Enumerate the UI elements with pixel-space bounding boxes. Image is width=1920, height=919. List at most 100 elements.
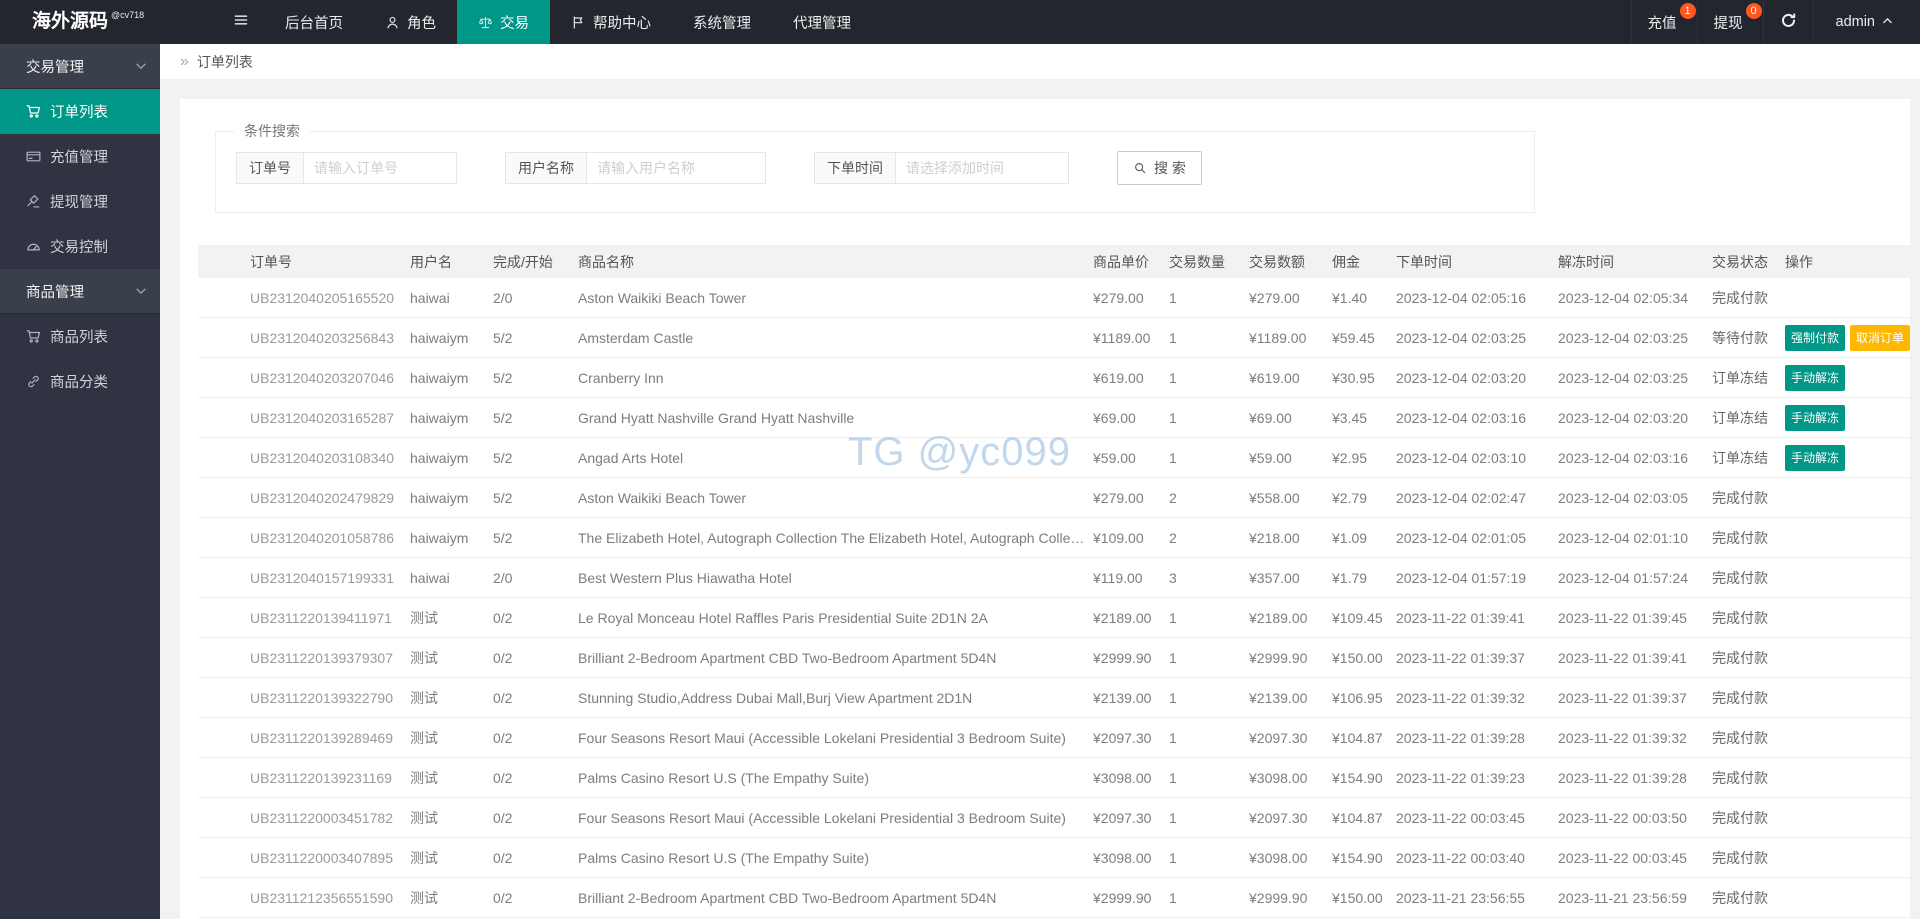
cell-order_time: 2023-11-22 01:39:41 xyxy=(1396,609,1525,626)
cell-ratio: 0/2 xyxy=(493,889,513,906)
refresh-button[interactable] xyxy=(1762,0,1813,44)
manual-unfreeze-button[interactable]: 手动解冻 xyxy=(1785,444,1846,471)
manual-unfreeze-button[interactable]: 手动解冻 xyxy=(1785,364,1846,391)
breadcrumb-arrow-icon: » xyxy=(180,52,189,70)
recharge-button[interactable]: 充值 1 xyxy=(1630,0,1697,44)
cell-product: Palms Casino Resort U.S (The Empathy Sui… xyxy=(578,849,869,866)
order-time-input[interactable] xyxy=(896,152,1069,184)
cell-status: 完成付款 xyxy=(1712,609,1768,626)
cancel-order-button[interactable]: 取消订单 xyxy=(1850,324,1910,351)
table-header: 订单号 用户名 完成/开始 商品名称 商品单价 交易数量 交易数额 佣金 下单时间 解冻时间 交易状… xyxy=(198,245,1910,278)
cell-qty: 1 xyxy=(1169,689,1177,706)
cell-amount: ¥2097.30 xyxy=(1249,809,1308,826)
cell-product: Angad Arts Hotel xyxy=(578,449,684,466)
table-row: UB2312040203108340 haiwaiym 5/2 Angad Arts … xyxy=(198,438,1910,478)
cell-ratio: 2/0 xyxy=(493,569,513,586)
column-header-ratio: 完成/开始 xyxy=(493,253,553,270)
sidebar-item-label: 充值管理 xyxy=(50,150,108,166)
sidebar-group-product-management[interactable]: 商品管理 xyxy=(0,269,160,314)
withdraw-button[interactable]: 提现 0 xyxy=(1696,0,1763,44)
cell-amount: ¥3098.00 xyxy=(1249,849,1308,866)
cell-ratio: 5/2 xyxy=(493,369,513,386)
cell-user: haiwaiym xyxy=(410,369,469,386)
cell-product: Amsterdam Castle xyxy=(578,329,694,346)
menu-toggle-button[interactable] xyxy=(218,0,264,44)
order-no-input[interactable] xyxy=(304,152,457,184)
table-row: UB2312040201058786 haiwaiym 5/2 The Elizabe… xyxy=(198,518,1910,558)
column-header-amount: 交易数额 xyxy=(1249,253,1305,270)
order-time-label: 下单时间 xyxy=(814,152,896,184)
navbar-right: 充值 1 提现 0 admin xyxy=(1630,0,1920,44)
cell-price: ¥69.00 xyxy=(1093,409,1136,426)
nav-item-backend-home[interactable]: 后台首页 xyxy=(264,0,364,44)
cell-price: ¥279.00 xyxy=(1093,489,1144,506)
cell-ratio: 5/2 xyxy=(493,329,513,346)
link-icon xyxy=(26,374,41,389)
sidebar-item-label: 商品分类 xyxy=(50,375,108,391)
cell-order_time: 2023-12-04 02:03:25 xyxy=(1396,329,1526,346)
cell-user: 测试 xyxy=(410,889,438,906)
cell-commission: ¥104.87 xyxy=(1332,729,1383,746)
table-row: UB2311220003451782 测试 0/2 Four Seasons Reso… xyxy=(198,798,1910,838)
flag-icon xyxy=(571,15,586,30)
sidebar-item-trade-control[interactable]: 交易控制 xyxy=(0,224,160,269)
cell-status: 订单冻结 xyxy=(1712,409,1768,426)
sidebar-item-withdraw-management[interactable]: 提现管理 xyxy=(0,179,160,224)
cell-price: ¥2097.30 xyxy=(1093,809,1152,826)
cell-product: Le Royal Monceau Hotel Raffles Paris Pre… xyxy=(578,609,988,626)
cell-qty: 1 xyxy=(1169,849,1177,866)
cell-order_no: UB2312040203207046 xyxy=(250,369,395,386)
sidebar-item-recharge-management[interactable]: 充值管理 xyxy=(0,134,160,179)
cell-commission: ¥1.40 xyxy=(1332,289,1368,306)
card-icon xyxy=(26,149,41,164)
manual-unfreeze-button[interactable]: 手动解冻 xyxy=(1785,404,1846,431)
cell-commission: ¥104.87 xyxy=(1332,809,1383,826)
user-menu[interactable]: admin xyxy=(1812,0,1920,44)
cell-price: ¥2189.00 xyxy=(1093,609,1152,626)
nav-item-system-management[interactable]: 系统管理 xyxy=(672,0,772,44)
top-navbar: 海外源码 @cv718 后台首页 角色 交易 帮助中心 系统管理 代理管理 充值 1 提现 … xyxy=(0,0,1920,44)
sidebar-group-trade-management[interactable]: 交易管理 xyxy=(0,44,160,89)
cell-user: 测试 xyxy=(410,609,438,626)
sidebar-item-product-category[interactable]: 商品分类 xyxy=(0,359,160,404)
username-input[interactable] xyxy=(587,152,766,184)
table-row: UB2312040203165287 haiwaiym 5/2 Grand Hyatt… xyxy=(198,398,1910,438)
cell-unfreeze_time: 2023-11-22 01:39:37 xyxy=(1558,689,1687,706)
nav-item-trade[interactable]: 交易 xyxy=(457,0,550,44)
sidebar-item-order-list[interactable]: 订单列表 xyxy=(0,89,160,134)
cell-ratio: 0/2 xyxy=(493,809,513,826)
cell-qty: 3 xyxy=(1169,569,1177,586)
order-time-field-group: 下单时间 xyxy=(814,152,1069,184)
cell-user: 测试 xyxy=(410,849,438,866)
nav-item-help-center[interactable]: 帮助中心 xyxy=(550,0,672,44)
cell-ratio: 0/2 xyxy=(493,609,513,626)
cell-order_time: 2023-11-22 01:39:37 xyxy=(1396,649,1525,666)
table-row: UB2312040157199331 haiwai 2/0 Best Western … xyxy=(198,558,1910,598)
brand-title: 海外源码 xyxy=(32,11,109,32)
cell-commission: ¥59.45 xyxy=(1332,329,1375,346)
force-pay-button[interactable]: 强制付款 xyxy=(1785,324,1846,351)
cell-order_time: 2023-11-22 01:39:32 xyxy=(1396,689,1525,706)
table-row: UB2312040203256843 haiwaiym 5/2 Amsterdam C… xyxy=(198,318,1910,358)
search-button[interactable]: 搜 索 xyxy=(1117,151,1202,185)
column-header-actions: 操作 xyxy=(1785,253,1813,270)
nav-item-roles[interactable]: 角色 xyxy=(364,0,457,44)
cell-status: 完成付款 xyxy=(1712,689,1768,706)
order-no-field-group: 订单号 xyxy=(236,152,457,184)
cell-unfreeze_time: 2023-11-22 01:39:32 xyxy=(1558,729,1687,746)
sidebar-item-product-list[interactable]: 商品列表 xyxy=(0,314,160,359)
cell-amount: ¥619.00 xyxy=(1249,369,1300,386)
cell-actions: 手动解冻 xyxy=(1785,364,1910,391)
cell-ratio: 5/2 xyxy=(493,489,513,506)
cell-qty: 1 xyxy=(1169,289,1177,306)
cell-qty: 1 xyxy=(1169,729,1177,746)
cell-qty: 1 xyxy=(1169,649,1177,666)
sidebar-group-label: 交易管理 xyxy=(26,59,84,76)
search-icon xyxy=(1133,161,1147,175)
cell-unfreeze_time: 2023-12-04 02:03:25 xyxy=(1558,329,1688,346)
cell-unfreeze_time: 2023-11-21 23:56:59 xyxy=(1558,889,1687,906)
brand-logo[interactable]: 海外源码 @cv718 xyxy=(0,0,218,44)
nav-item-agent-management[interactable]: 代理管理 xyxy=(772,0,872,44)
cell-unfreeze_time: 2023-12-04 02:03:25 xyxy=(1558,369,1688,386)
cell-unfreeze_time: 2023-12-04 02:03:05 xyxy=(1558,489,1688,506)
